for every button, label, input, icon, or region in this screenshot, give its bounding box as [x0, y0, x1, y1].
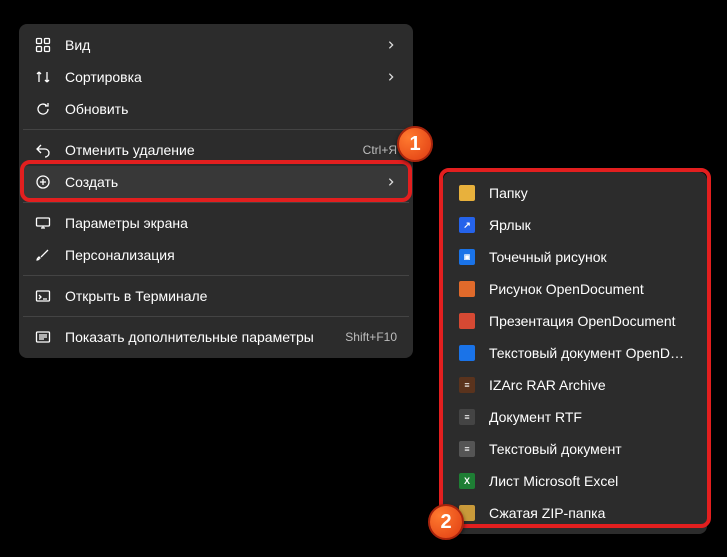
menu-item-label: Рисунок OpenDocument: [489, 281, 691, 297]
more-icon: [35, 329, 51, 345]
brush-icon: [35, 247, 51, 263]
chevron-right-icon: [385, 72, 397, 82]
od-presentation-icon: [459, 313, 475, 329]
rar-icon: ≡: [459, 377, 475, 393]
menu-item-label: Текстовый документ OpenDocument: [489, 345, 691, 361]
submenu-item-folder[interactable]: Папку: [447, 177, 703, 209]
shortcut-hint: Ctrl+Я: [363, 143, 397, 157]
menu-item-label: Папку: [489, 185, 691, 201]
menu-item-new[interactable]: Создать: [23, 166, 409, 198]
menu-item-label: Сортировка: [65, 69, 377, 85]
od-image-icon: [459, 281, 475, 297]
od-text-icon: [459, 345, 475, 361]
menu-item-label: Точечный рисунок: [489, 249, 691, 265]
submenu-item-txt[interactable]: ≡ Текстовый документ: [447, 433, 703, 465]
annotation-badge-1: 1: [397, 126, 433, 162]
submenu-item-zip[interactable]: Сжатая ZIP-папка: [447, 497, 703, 529]
menu-item-label: Создать: [65, 174, 377, 190]
submenu-item-xlsx[interactable]: X Лист Microsoft Excel: [447, 465, 703, 497]
submenu-item-rar[interactable]: ≡ IZArc RAR Archive: [447, 369, 703, 401]
refresh-icon: [35, 101, 51, 117]
shortcut-icon: ↗: [459, 217, 475, 233]
menu-item-undo-delete[interactable]: Отменить удаление Ctrl+Я: [23, 134, 409, 166]
separator: [23, 316, 409, 317]
undo-icon: [35, 142, 51, 158]
annotation-badge-2: 2: [428, 504, 464, 540]
menu-item-label: IZArc RAR Archive: [489, 377, 691, 393]
sort-icon: [35, 69, 51, 85]
excel-icon: X: [459, 473, 475, 489]
separator: [23, 129, 409, 130]
menu-item-more-options[interactable]: Показать дополнительные параметры Shift+…: [23, 321, 409, 353]
menu-item-label: Персонализация: [65, 247, 397, 263]
bitmap-icon: ▣: [459, 249, 475, 265]
menu-item-label: Отменить удаление: [65, 142, 355, 158]
submenu-item-bitmap[interactable]: ▣ Точечный рисунок: [447, 241, 703, 273]
menu-item-label: Текстовый документ: [489, 441, 691, 457]
menu-item-label: Вид: [65, 37, 377, 53]
submenu-new: Папку ↗ Ярлык ▣ Точечный рисунок Рисунок…: [443, 172, 707, 534]
menu-item-label: Параметры экрана: [65, 215, 397, 231]
menu-item-label: Обновить: [65, 101, 397, 117]
menu-item-view[interactable]: Вид: [23, 29, 409, 61]
menu-item-personalize[interactable]: Персонализация: [23, 239, 409, 271]
new-icon: [35, 174, 51, 190]
menu-item-sort[interactable]: Сортировка: [23, 61, 409, 93]
menu-item-label: Документ RTF: [489, 409, 691, 425]
separator: [23, 275, 409, 276]
menu-item-label: Ярлык: [489, 217, 691, 233]
rtf-icon: ≡: [459, 409, 475, 425]
submenu-item-odt[interactable]: Текстовый документ OpenDocument: [447, 337, 703, 369]
menu-item-label: Сжатая ZIP-папка: [489, 505, 691, 521]
shortcut-hint: Shift+F10: [345, 330, 397, 344]
submenu-item-rtf[interactable]: ≡ Документ RTF: [447, 401, 703, 433]
menu-item-label: Презентация OpenDocument: [489, 313, 691, 329]
display-icon: [35, 215, 51, 231]
submenu-item-shortcut[interactable]: ↗ Ярлык: [447, 209, 703, 241]
context-menu: Вид Сортировка Обновить Отменить удалени…: [19, 24, 413, 358]
menu-item-display-settings[interactable]: Параметры экрана: [23, 207, 409, 239]
menu-item-refresh[interactable]: Обновить: [23, 93, 409, 125]
folder-icon: [459, 185, 475, 201]
menu-item-label: Показать дополнительные параметры: [65, 329, 337, 345]
terminal-icon: [35, 288, 51, 304]
menu-item-open-terminal[interactable]: Открыть в Терминале: [23, 280, 409, 312]
menu-item-label: Лист Microsoft Excel: [489, 473, 691, 489]
view-icon: [35, 37, 51, 53]
chevron-right-icon: [385, 177, 397, 187]
menu-item-label: Открыть в Терминале: [65, 288, 397, 304]
separator: [23, 202, 409, 203]
submenu-item-odp[interactable]: Презентация OpenDocument: [447, 305, 703, 337]
submenu-item-odg[interactable]: Рисунок OpenDocument: [447, 273, 703, 305]
txt-icon: ≡: [459, 441, 475, 457]
chevron-right-icon: [385, 40, 397, 50]
